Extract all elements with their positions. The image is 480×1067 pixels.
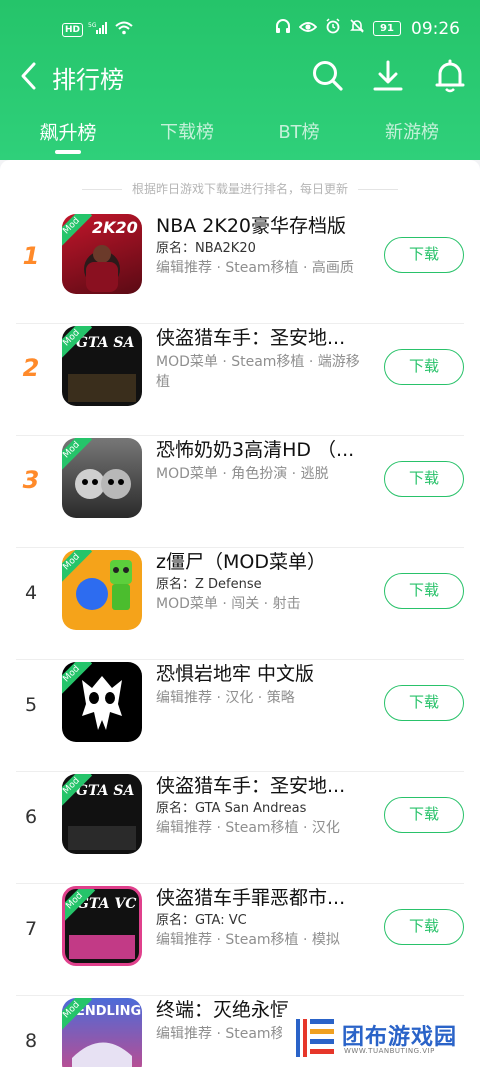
status-left: HD 5G xyxy=(62,20,133,39)
app-icon: Mod xyxy=(62,438,142,518)
status-right: 91 09:26 xyxy=(275,18,460,39)
rank-number: 3 xyxy=(22,466,40,494)
rank-number: 1 xyxy=(22,242,40,270)
app-info: 侠盗猎车手罪恶都市... 原名：GTA: VC 编辑推荐 · Steam移植 ·… xyxy=(156,884,368,950)
app-info: z僵尸（MOD菜单） 原名：Z Defense MOD菜单 · 闯关 · 射击 xyxy=(156,548,368,614)
tab-new-games[interactable]: 新游榜 xyxy=(357,118,467,144)
active-tab-indicator xyxy=(55,150,81,154)
app-info: 恐惧岩地牢 中文版 编辑推荐 · 汉化 · 策略 xyxy=(156,660,368,708)
app-icon: ENDLING Mod xyxy=(62,998,142,1067)
tab-soaring[interactable]: 飙升榜 xyxy=(13,118,123,145)
rank-number: 7 xyxy=(24,918,38,940)
back-icon[interactable] xyxy=(16,58,44,94)
download-button[interactable]: 下载 xyxy=(384,797,464,833)
site-watermark: 团布游戏园 WWW.TUANBUTING.VIP xyxy=(282,1007,480,1067)
site-url: WWW.TUANBUTING.VIP xyxy=(344,1047,435,1055)
app-tags: MOD菜单 · 角色扮演 · 逃脱 xyxy=(156,466,329,482)
download-button[interactable]: 下载 xyxy=(384,685,464,721)
app-icon: GTA SA Mod xyxy=(62,326,142,406)
download-button[interactable]: 下载 xyxy=(384,349,464,385)
signal-icon: 5G xyxy=(88,20,110,39)
alarm-icon xyxy=(325,18,341,39)
original-name: 原名：GTA: VC xyxy=(156,913,247,928)
hd-badge: HD xyxy=(62,22,84,37)
app-name: 恐怖奶奶3高清HD （... xyxy=(156,439,355,461)
app-tags: 编辑推荐 · 汉化 · 策略 xyxy=(156,690,295,706)
app-icon: 2K20 Mod xyxy=(62,214,142,294)
app-tags: 编辑推荐 · Steam移植 · 汉化 xyxy=(156,820,340,836)
original-name: 原名：Z Defense xyxy=(156,577,262,592)
list-item[interactable]: 5 Mod 恐惧岩地牢 中文版 编辑推荐 · 汉化 · 策略 下载 xyxy=(0,660,480,772)
tab-downloads[interactable]: 下载榜 xyxy=(132,118,242,144)
rank-number: 4 xyxy=(24,582,38,604)
list-item[interactable]: 6 GTA SA Mod 侠盗猎车手：圣安地... 原名：GTA San And… xyxy=(0,772,480,884)
app-tags: MOD菜单 · 闯关 · 射击 xyxy=(156,596,301,612)
download-icon[interactable] xyxy=(370,58,406,94)
app-name: 侠盗猎车手罪恶都市... xyxy=(156,887,346,909)
rank-number: 8 xyxy=(24,1030,38,1052)
app-info: NBA 2K20豪华存档版 原名：NBA2K20 编辑推荐 · Steam移植 … xyxy=(156,212,368,278)
app-name: 侠盗猎车手：圣安地... xyxy=(156,775,346,797)
svg-text:5G: 5G xyxy=(88,22,97,29)
status-bar: HD 5G 91 09:26 xyxy=(0,0,480,56)
app-tags: 编辑推荐 · Steam移植 · 高画质 xyxy=(156,260,354,276)
original-name: 原名：GTA San Andreas xyxy=(156,801,307,816)
rank-number: 6 xyxy=(24,806,38,828)
rank-number: 5 xyxy=(24,694,38,716)
app-tags: MOD菜单 · Steam移植 · 端游移植 xyxy=(156,354,360,390)
app-name: z僵尸（MOD菜单） xyxy=(156,551,326,573)
bell-icon[interactable] xyxy=(432,58,468,94)
page-title: 排行榜 xyxy=(52,66,124,94)
search-icon[interactable] xyxy=(310,58,346,94)
ranking-notice: 根据昨日游戏下载量进行排名，每日更新 xyxy=(0,180,480,197)
app-icon: Mod xyxy=(62,662,142,742)
app-info: 恐怖奶奶3高清HD （... MOD菜单 · 角色扮演 · 逃脱 xyxy=(156,436,368,484)
list-item[interactable]: 4 Mod z僵尸（MOD菜单） 原名：Z Defense MOD菜单 · 闯关… xyxy=(0,548,480,660)
download-button[interactable]: 下载 xyxy=(384,461,464,497)
headphone-icon xyxy=(275,18,291,39)
list-item[interactable]: 3 Mod 恐怖奶奶3高清HD （... MOD菜单 · 角色扮演 · 逃脱 下… xyxy=(0,436,480,548)
rank-number: 2 xyxy=(22,354,40,382)
mute-icon xyxy=(349,18,365,39)
app-name: NBA 2K20豪华存档版 xyxy=(156,215,347,237)
app-icon: Mod xyxy=(62,550,142,630)
site-logo-icon xyxy=(294,1017,336,1059)
download-button[interactable]: 下载 xyxy=(384,909,464,945)
list-item[interactable]: 2 GTA SA Mod 侠盗猎车手：圣安地... MOD菜单 · Steam移… xyxy=(0,324,480,436)
tab-bt[interactable]: BT榜 xyxy=(244,118,354,144)
list-item[interactable]: 7 GTA VC Mod 侠盗猎车手罪恶都市... 原名：GTA: VC 编辑推… xyxy=(0,884,480,996)
icon-label: GTA SA xyxy=(76,783,135,799)
header-bar: HD 5G 91 09:26 排行榜 飙升榜 下载榜 BT榜 新游榜 xyxy=(0,0,480,160)
list-item[interactable]: 1 2K20 Mod NBA 2K20豪华存档版 原名：NBA2K20 编辑推荐… xyxy=(0,212,480,324)
app-name: 侠盗猎车手：圣安地... xyxy=(156,327,346,349)
ranking-list: 根据昨日游戏下载量进行排名，每日更新 1 2K20 Mod NBA 2K20豪华… xyxy=(0,160,480,1067)
clock: 09:26 xyxy=(411,18,460,39)
app-info: 侠盗猎车手：圣安地... 原名：GTA San Andreas 编辑推荐 · S… xyxy=(156,772,368,838)
battery-icon: 91 xyxy=(373,21,401,36)
icon-label: GTA SA xyxy=(76,335,135,351)
title-bar: 排行榜 xyxy=(0,56,480,100)
app-tags: 编辑推荐 · Steam移植 · 模拟 xyxy=(156,932,340,948)
original-name: 原名：NBA2K20 xyxy=(156,241,256,256)
app-name: 恐惧岩地牢 中文版 xyxy=(156,663,315,685)
download-button[interactable]: 下载 xyxy=(384,573,464,609)
app-info: 侠盗猎车手：圣安地... MOD菜单 · Steam移植 · 端游移植 xyxy=(156,324,368,392)
app-icon: GTA SA Mod xyxy=(62,774,142,854)
icon-label: ENDLING xyxy=(76,1004,142,1019)
eye-icon xyxy=(298,19,318,39)
app-icon: GTA VC Mod xyxy=(62,886,142,966)
wifi-icon xyxy=(115,20,133,39)
download-button[interactable]: 下载 xyxy=(384,237,464,273)
icon-label: 2K20 xyxy=(92,218,138,237)
